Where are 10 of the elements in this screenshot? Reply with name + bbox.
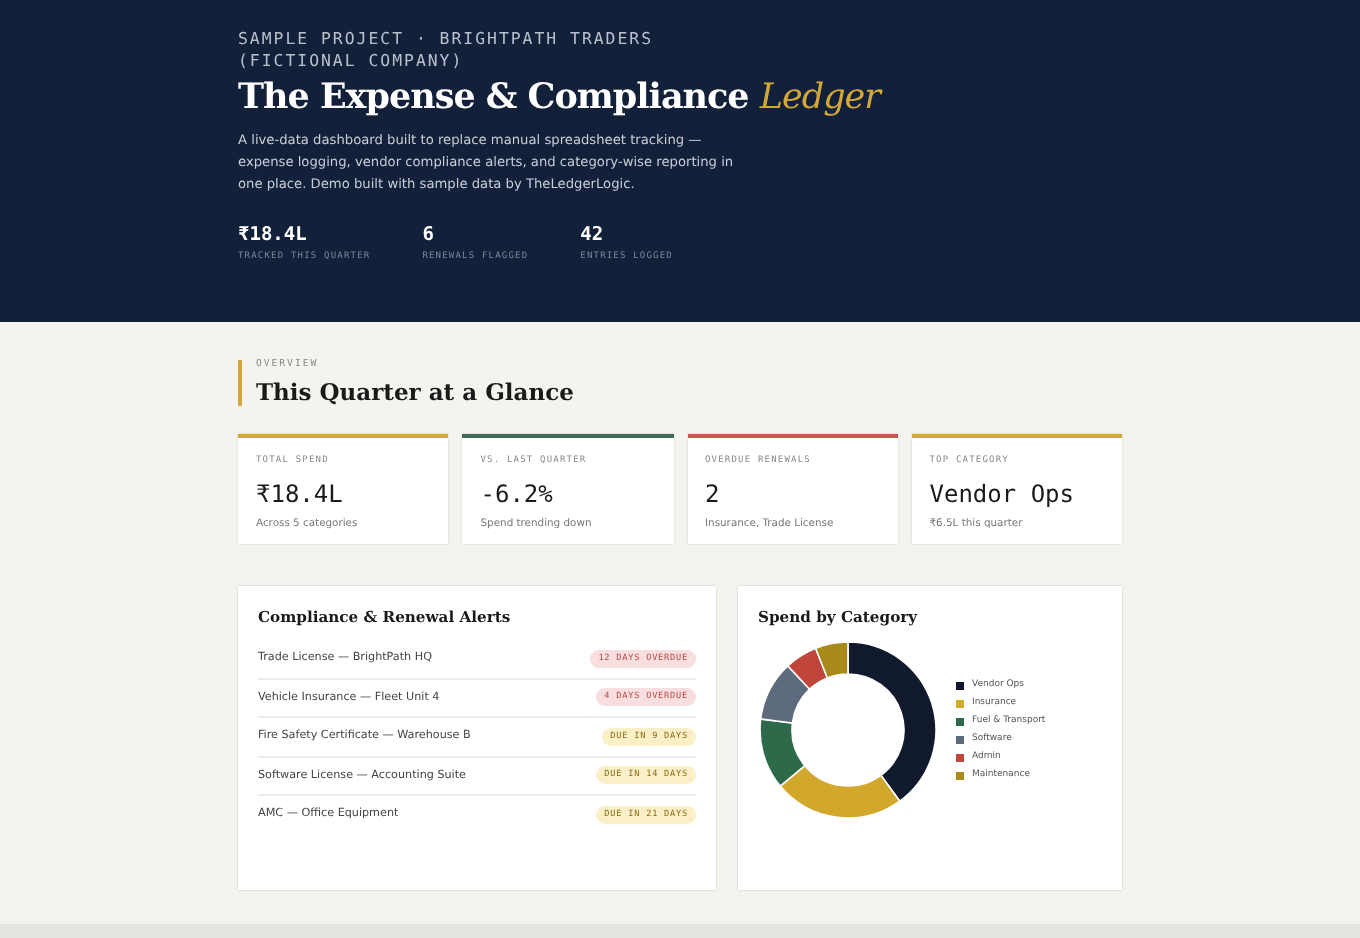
page-title: The Expense & Compliance Ledger — [238, 78, 885, 118]
card-value: Vendor Ops — [929, 480, 1076, 508]
stat-value: 42 — [580, 224, 606, 246]
card-value: -6.2% — [480, 480, 555, 508]
project-label: SAMPLE PROJECT · BRIGHTPATH TRADERS (FICTIONAL COMPANY) — [238, 28, 656, 72]
card-value: ₹18.4L — [256, 480, 345, 508]
stat-value: 6 — [422, 224, 436, 246]
card-value: 2 — [705, 480, 722, 508]
stat-value: ₹18.4L — [238, 224, 309, 246]
section-heading: This Quarter at a Glance — [256, 378, 576, 406]
